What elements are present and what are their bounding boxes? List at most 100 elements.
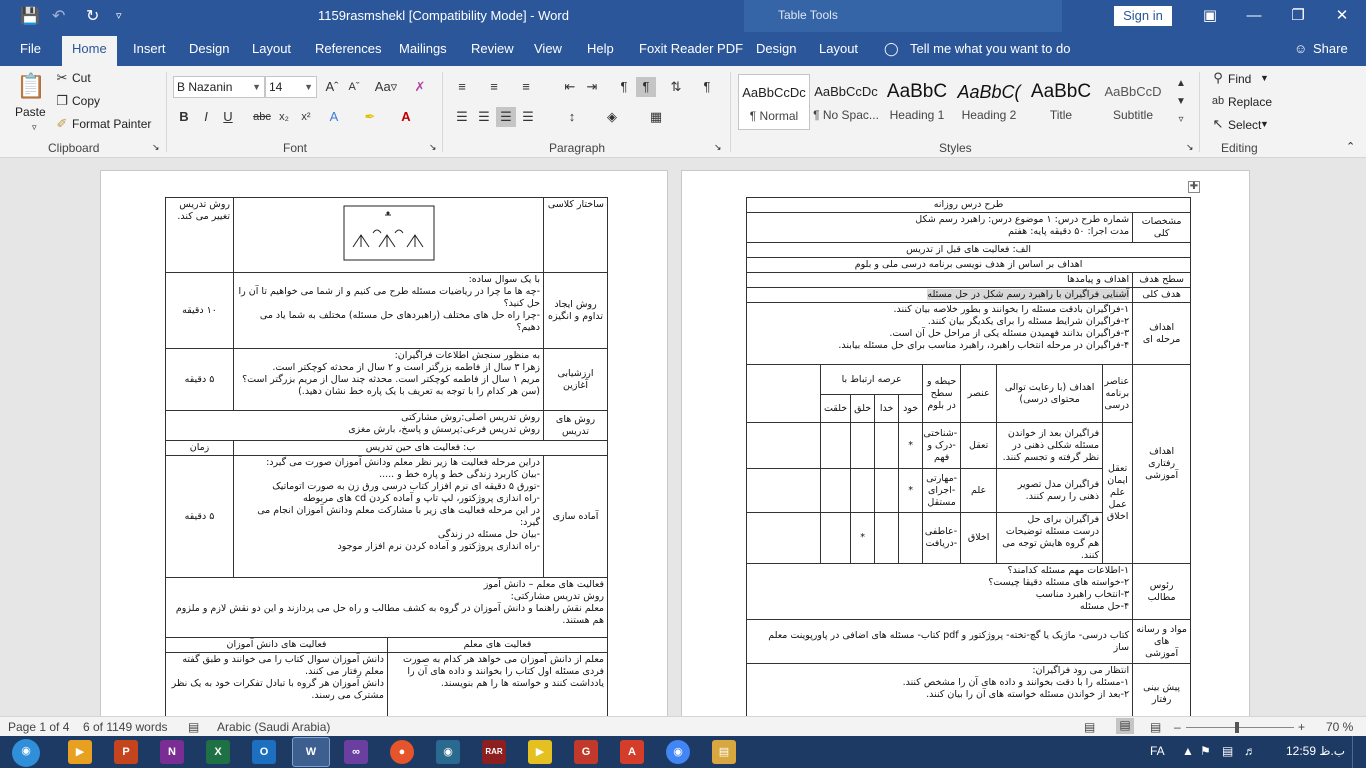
show-desktop-button[interactable] xyxy=(1352,736,1366,768)
style-title[interactable]: AaBbC Title xyxy=(1025,74,1097,130)
justify-icon[interactable]: ☰ xyxy=(518,107,538,127)
close-icon[interactable]: ✕ xyxy=(1322,4,1362,28)
align-left-icon[interactable]: ☰ xyxy=(452,107,472,127)
outlook-icon[interactable]: O xyxy=(252,740,276,764)
style-heading-2[interactable]: AaBbC( Heading 2 xyxy=(953,74,1025,130)
increase-indent-icon[interactable]: ⇥ xyxy=(582,77,602,97)
bold-icon[interactable]: B xyxy=(174,107,194,127)
save-icon[interactable]: 💾 xyxy=(20,6,40,26)
cut-button[interactable]: Cut xyxy=(72,71,91,85)
align-center-icon[interactable]: ☰ xyxy=(474,107,494,127)
font-launcher-icon[interactable]: ↘ xyxy=(429,142,437,153)
subscript-icon[interactable]: x₂ xyxy=(274,107,294,127)
zoom-out-icon[interactable]: – xyxy=(1174,720,1181,734)
paste-dropdown-icon[interactable]: ▿ xyxy=(32,122,37,133)
share-button[interactable]: Share xyxy=(1313,41,1348,56)
tab-insert[interactable]: Insert xyxy=(133,41,166,56)
qat-customize-icon[interactable]: ▿ xyxy=(116,9,122,22)
proofing-icon[interactable]: ▤ xyxy=(188,720,199,734)
paste-button[interactable]: Paste xyxy=(15,105,46,119)
tab-references[interactable]: References xyxy=(315,41,381,56)
powerpoint-icon[interactable]: P xyxy=(114,740,138,764)
winrar-icon[interactable]: RAR xyxy=(482,740,506,764)
underline-icon[interactable]: U xyxy=(218,107,238,127)
ltr-icon[interactable]: ¶ xyxy=(614,77,634,97)
lightbulb-icon[interactable]: ◯ xyxy=(884,41,899,57)
shrink-font-icon[interactable]: Aˇ xyxy=(344,77,364,97)
paste-icon[interactable]: 📋 xyxy=(16,72,46,102)
italic-icon[interactable]: I xyxy=(196,107,216,127)
styles-launcher-icon[interactable]: ↘ xyxy=(1186,142,1194,153)
shading-icon[interactable]: ◈ xyxy=(602,107,622,127)
replace-button[interactable]: Replace xyxy=(1228,95,1272,109)
network-icon[interactable]: ▤ xyxy=(1222,744,1233,758)
tab-foxit[interactable]: Foxit Reader PDF xyxy=(639,41,743,56)
styles-more-icon[interactable]: ▿ xyxy=(1171,110,1191,130)
multilevel-list-icon[interactable]: ≡ xyxy=(516,77,536,97)
scissors-icon[interactable]: ✂ xyxy=(52,68,72,88)
search-icon[interactable]: ⚲ xyxy=(1208,68,1228,88)
chrome-icon[interactable]: ◉ xyxy=(666,740,690,764)
firefox-icon[interactable]: ● xyxy=(390,740,414,764)
text-effects-icon[interactable]: A xyxy=(324,107,344,127)
file-explorer-icon[interactable]: ▤ xyxy=(712,740,736,764)
sort-icon[interactable]: ⇅ xyxy=(666,77,686,97)
tab-home[interactable]: Home xyxy=(62,36,117,66)
start-button-icon[interactable]: ◉ xyxy=(12,739,40,767)
rtl-icon[interactable]: ¶ xyxy=(636,77,656,97)
table-move-handle-icon[interactable]: ✚ xyxy=(1188,181,1200,193)
print-layout-icon[interactable]: ▤ xyxy=(1116,718,1134,734)
chevron-down-icon[interactable]: ▼ xyxy=(1260,73,1269,83)
strikethrough-icon[interactable]: abc xyxy=(252,107,272,127)
decrease-indent-icon[interactable]: ⇤ xyxy=(560,77,580,97)
replace-icon[interactable]: ab xyxy=(1208,91,1228,111)
read-mode-icon[interactable]: ▤ xyxy=(1084,720,1095,734)
kmplayer-icon[interactable]: ▶ xyxy=(528,740,552,764)
copy-icon[interactable]: ❐ xyxy=(52,91,72,111)
zoom-in-icon[interactable]: + xyxy=(1298,720,1305,734)
numbering-icon[interactable]: ≡ xyxy=(484,77,504,97)
page-count[interactable]: Page 1 of 4 xyxy=(8,720,69,734)
change-case-icon[interactable]: Aa▿ xyxy=(372,77,400,97)
undo-icon[interactable]: ↶ xyxy=(52,6,65,26)
person-icon[interactable]: ☺ xyxy=(1294,41,1307,56)
tab-table-design[interactable]: Design xyxy=(756,41,796,56)
align-right-icon[interactable]: ☰ xyxy=(496,107,516,127)
format-painter-button[interactable]: Format Painter xyxy=(72,117,151,131)
paragraph-launcher-icon[interactable]: ↘ xyxy=(714,142,722,153)
volume-icon[interactable]: ♬ xyxy=(1244,744,1256,758)
acrobat-icon[interactable]: A xyxy=(620,740,644,764)
select-arrow-icon[interactable]: ↖ xyxy=(1208,114,1228,134)
onenote-icon[interactable]: N xyxy=(160,740,184,764)
action-center-icon[interactable]: ⚑ xyxy=(1200,744,1211,758)
tab-view[interactable]: View xyxy=(534,41,562,56)
styles-scroll-down-icon[interactable]: ▼ xyxy=(1171,92,1191,112)
style-heading-1[interactable]: AaBbC Heading 1 xyxy=(881,74,953,130)
tab-design[interactable]: Design xyxy=(189,41,229,56)
zoom-level[interactable]: 70 % xyxy=(1326,720,1353,734)
clear-formatting-icon[interactable]: ✗ xyxy=(410,77,430,97)
format-painter-icon[interactable]: ✐ xyxy=(52,114,72,134)
collapse-ribbon-icon[interactable]: ⌃ xyxy=(1346,140,1355,153)
highlight-icon[interactable]: ✒ xyxy=(360,107,380,127)
show-formatting-icon[interactable]: ¶ xyxy=(697,77,717,97)
clipboard-launcher-icon[interactable]: ↘ xyxy=(152,142,160,153)
borders-icon[interactable]: ▦ xyxy=(646,107,666,127)
style-normal[interactable]: AaBbCcDc ¶ Normal xyxy=(738,74,810,130)
minimize-icon[interactable]: — xyxy=(1234,4,1274,28)
redo-icon[interactable]: ↻ xyxy=(86,6,99,26)
line-spacing-icon[interactable]: ↕ xyxy=(562,107,582,127)
font-size-combo[interactable]: 14 ▼ xyxy=(265,76,317,98)
tab-file[interactable]: File xyxy=(20,41,41,56)
tab-mailings[interactable]: Mailings xyxy=(399,41,447,56)
language[interactable]: Arabic (Saudi Arabia) xyxy=(217,720,330,734)
select-button[interactable]: Select xyxy=(1228,118,1261,132)
sign-in-button[interactable]: Sign in xyxy=(1114,6,1172,26)
chevron-down-icon[interactable]: ▼ xyxy=(1260,119,1269,129)
ribbon-display-icon[interactable]: ▣ xyxy=(1190,4,1230,28)
superscript-icon[interactable]: x² xyxy=(296,107,316,127)
tell-me-input[interactable]: Tell me what you want to do xyxy=(910,41,1070,56)
find-button[interactable]: Find xyxy=(1228,72,1251,86)
font-name-combo[interactable]: B Nazanin ▼ xyxy=(173,76,265,98)
camera-icon[interactable]: ◉ xyxy=(436,740,460,764)
